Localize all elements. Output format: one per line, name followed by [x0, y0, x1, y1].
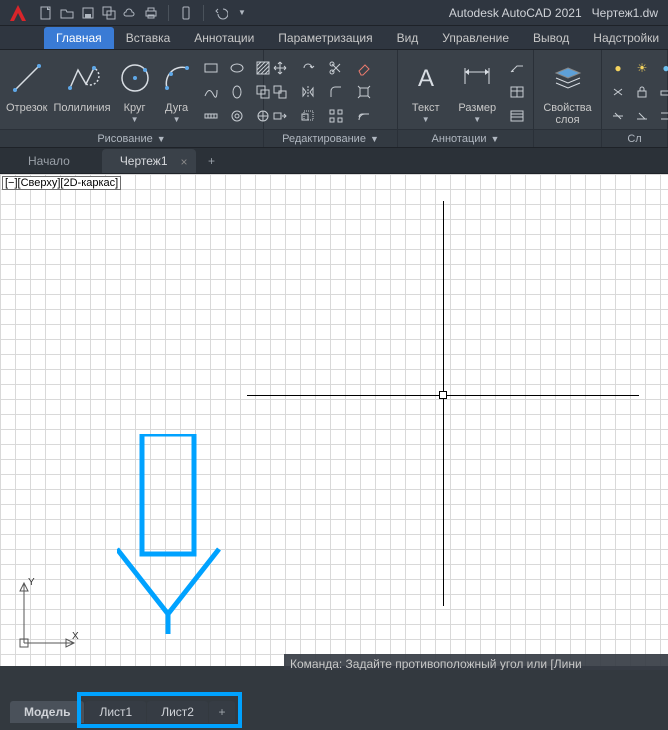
draw-small-tools — [201, 54, 273, 126]
match-icon[interactable] — [656, 82, 668, 102]
leader-icon[interactable] — [507, 58, 527, 78]
pickbox — [439, 391, 447, 399]
new-icon[interactable] — [38, 5, 54, 21]
panel-layers2: ● ☀ ● Сл — [602, 50, 668, 147]
modify-tools — [270, 54, 376, 126]
fillet-icon[interactable] — [326, 82, 346, 102]
close-icon[interactable]: × — [180, 155, 187, 169]
table-icon[interactable] — [507, 82, 527, 102]
tab-manage[interactable]: Управление — [430, 27, 521, 49]
svg-text:Y: Y — [28, 577, 35, 588]
window-title: Autodesk AutoCAD 2021 Чертеж1.dw — [449, 6, 664, 20]
filetab-start[interactable]: Начало — [10, 149, 98, 173]
circle-icon — [117, 54, 153, 102]
ribbon-tabs: Главная Вставка Аннотации Параметризация… — [0, 26, 668, 50]
copy-icon[interactable] — [270, 82, 290, 102]
ucs-icon: Y X — [14, 573, 84, 656]
mirror-icon[interactable] — [298, 82, 318, 102]
text-button[interactable]: A Текст▼ — [404, 54, 448, 124]
panel-annotation: A Текст▼ Размер▼ Аннотации▼ — [398, 50, 534, 147]
titlebar: ▼ Autodesk AutoCAD 2021 Чертеж1.dw — [0, 0, 668, 26]
move-icon[interactable] — [270, 58, 290, 78]
undo-icon[interactable] — [213, 5, 229, 21]
l2-icon[interactable] — [632, 106, 652, 126]
freeze-icon[interactable] — [608, 82, 628, 102]
arc-button[interactable]: Дуга▼ — [159, 54, 195, 124]
panel-layers: Свойства слоя — [534, 50, 602, 147]
drawing-area[interactable]: [−][Сверху][2D-каркас] Y X — [0, 174, 668, 666]
array-icon[interactable] — [326, 106, 346, 126]
layer-properties-button[interactable]: Свойства слоя — [540, 54, 595, 126]
donut-icon[interactable] — [227, 106, 247, 126]
erase-icon[interactable] — [354, 58, 374, 78]
filetab-doc[interactable]: Чертеж1× — [102, 149, 196, 173]
viewport-controls[interactable]: [−][Сверху][2D-каркас] — [2, 176, 121, 190]
svg-text:A: A — [418, 65, 434, 92]
tab-insert[interactable]: Вставка — [114, 27, 183, 49]
save-icon[interactable] — [80, 5, 96, 21]
tab-parametric[interactable]: Параметризация — [266, 27, 384, 49]
mobile-icon[interactable] — [178, 5, 194, 21]
tab-home[interactable]: Главная — [44, 27, 114, 49]
layout-tab-2[interactable]: Лист2 — [147, 701, 208, 723]
panel-draw: Отрезок Полилиния Круг▼ Дуга▼ — [0, 50, 264, 147]
svg-text:X: X — [72, 631, 79, 642]
tab-annotate[interactable]: Аннотации — [182, 27, 266, 49]
point-icon[interactable] — [201, 106, 221, 126]
lock-icon[interactable] — [632, 82, 652, 102]
ellipse-icon[interactable] — [227, 58, 247, 78]
quick-access-toolbar: ▼ — [38, 5, 250, 21]
print-icon[interactable] — [143, 5, 159, 21]
layout-tab-model[interactable]: Модель — [10, 701, 84, 723]
dimension-button[interactable]: Размер▼ — [454, 54, 501, 124]
tab-output[interactable]: Вывод — [521, 27, 581, 49]
layout-tab-1[interactable]: Лист1 — [85, 701, 146, 723]
cloud-rev-icon[interactable] — [507, 106, 527, 126]
text-icon: A — [410, 54, 442, 102]
grid — [0, 174, 668, 666]
scale-icon[interactable] — [298, 106, 318, 126]
l1-icon[interactable] — [608, 106, 628, 126]
open-icon[interactable] — [59, 5, 75, 21]
chevron-down-icon[interactable]: ▼ — [234, 5, 250, 21]
layer-state-tools: ● ☀ ● — [608, 54, 668, 126]
cloud-icon[interactable] — [122, 5, 138, 21]
tab-addins[interactable]: Надстройки — [581, 27, 668, 49]
ellipse2-icon[interactable] — [227, 82, 247, 102]
rect-icon[interactable] — [201, 58, 221, 78]
polyline-button[interactable]: Полилиния — [53, 54, 110, 114]
saveas-icon[interactable] — [101, 5, 117, 21]
stretch-icon[interactable] — [270, 106, 290, 126]
layers-icon — [552, 54, 584, 102]
circle-button[interactable]: Круг▼ — [117, 54, 153, 124]
filetab-add[interactable]: + — [200, 149, 224, 173]
explode-icon[interactable] — [354, 82, 374, 102]
rotate-icon[interactable] — [298, 58, 318, 78]
bulb1-icon[interactable]: ● — [608, 58, 628, 78]
arc-icon — [159, 54, 195, 102]
bulb2-icon[interactable]: ● — [656, 58, 668, 78]
offset-icon[interactable] — [354, 106, 374, 126]
sun-icon[interactable]: ☀ — [632, 58, 652, 78]
layout-tab-add[interactable]: + — [209, 701, 235, 723]
crosshair-vertical — [443, 201, 444, 606]
ribbon: Отрезок Полилиния Круг▼ Дуга▼ — [0, 50, 668, 148]
polyline-icon — [64, 54, 100, 102]
l3-icon[interactable] — [656, 106, 668, 126]
dimension-icon — [459, 54, 495, 102]
panel-modify: Редактирование▼ — [264, 50, 398, 147]
app-logo[interactable] — [4, 2, 32, 24]
line-icon — [9, 54, 45, 102]
annotation-arrow — [117, 434, 227, 637]
spline-icon[interactable] — [201, 82, 221, 102]
file-tabs: Начало Чертеж1× + — [0, 148, 668, 174]
line-button[interactable]: Отрезок — [6, 54, 47, 114]
layout-tabs: Модель Лист1 Лист2 + — [10, 700, 235, 724]
trim-icon[interactable] — [326, 58, 346, 78]
tab-view[interactable]: Вид — [385, 27, 431, 49]
